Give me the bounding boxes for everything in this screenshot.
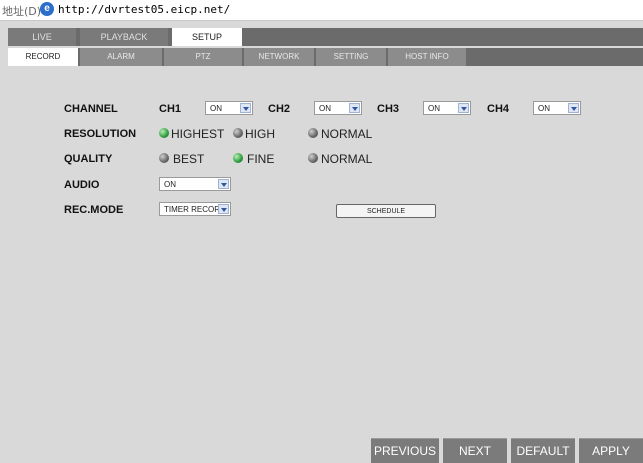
tab-network[interactable]: NETWORK — [244, 48, 314, 66]
rec-mode-select[interactable]: TIMER RECORD — [159, 202, 231, 216]
apply-button[interactable]: APPLY — [579, 438, 643, 463]
chevron-down-icon — [240, 103, 251, 113]
quality-label: QUALITY — [64, 153, 113, 165]
previous-button[interactable]: PREVIOUS — [371, 438, 439, 463]
resolution-high-label: HIGH — [245, 127, 275, 141]
sub-tab-bar: RECORD ALARM PTZ NETWORK SETTING HOST IN… — [8, 48, 643, 66]
rec-mode-select-value: TIMER RECORD — [164, 205, 226, 214]
quality-best-label: BEST — [173, 152, 205, 166]
ch1-label: CH1 — [159, 103, 182, 115]
chevron-down-icon — [218, 204, 229, 214]
ch3-label: CH3 — [377, 103, 400, 115]
tab-live[interactable]: LIVE — [8, 28, 76, 46]
rec-mode-label: REC.MODE — [64, 204, 124, 216]
audio-select[interactable]: ON — [159, 177, 231, 191]
tab-host-info[interactable]: HOST INFO — [388, 48, 466, 66]
tab-playback[interactable]: PLAYBACK — [80, 28, 168, 46]
radio-unselected-icon — [159, 153, 169, 163]
radio-unselected-icon — [308, 153, 318, 163]
resolution-label: RESOLUTION — [64, 128, 137, 140]
tab-setting[interactable]: SETTING — [316, 48, 386, 66]
resolution-normal-label: NORMAL — [321, 127, 373, 141]
tab-setup[interactable]: SETUP — [172, 28, 242, 46]
tab-ptz[interactable]: PTZ — [164, 48, 242, 66]
address-bar: 地址(D) e http://dvrtest05.eicp.net/ — [0, 0, 643, 21]
ch4-select-value: ON — [538, 104, 550, 113]
audio-label: AUDIO — [64, 179, 100, 191]
quality-normal-label: NORMAL — [321, 152, 373, 166]
ch3-select[interactable]: ON — [423, 101, 471, 115]
address-url[interactable]: http://dvrtest05.eicp.net/ — [58, 3, 230, 16]
ch1-select-value: ON — [210, 104, 222, 113]
ch1-select[interactable]: ON — [205, 101, 253, 115]
chevron-down-icon — [349, 103, 360, 113]
chevron-down-icon — [458, 103, 469, 113]
tab-alarm[interactable]: ALARM — [80, 48, 162, 66]
radio-unselected-icon — [233, 128, 243, 138]
ch2-select[interactable]: ON — [314, 101, 362, 115]
audio-select-value: ON — [164, 180, 176, 189]
ch2-select-value: ON — [319, 104, 331, 113]
chevron-down-icon — [568, 103, 579, 113]
ie-page-icon: e — [40, 2, 54, 16]
ch4-label: CH4 — [487, 103, 510, 115]
radio-selected-icon — [159, 128, 169, 138]
ch3-select-value: ON — [428, 104, 440, 113]
resolution-highest-label: HIGHEST — [171, 127, 225, 141]
default-button[interactable]: DEFAULT — [511, 438, 575, 463]
schedule-button[interactable]: SCHEDULE — [336, 204, 436, 218]
chevron-down-icon — [218, 179, 229, 189]
tab-record[interactable]: RECORD — [8, 48, 78, 66]
channel-label: CHANNEL — [64, 103, 118, 115]
next-button[interactable]: NEXT — [443, 438, 507, 463]
radio-unselected-icon — [308, 128, 318, 138]
radio-selected-icon — [233, 153, 243, 163]
ch2-label: CH2 — [268, 103, 291, 115]
ch4-select[interactable]: ON — [533, 101, 581, 115]
main-tab-bar: LIVE PLAYBACK SETUP — [8, 28, 643, 46]
address-label: 地址(D) — [2, 5, 42, 18]
quality-fine-label: FINE — [247, 152, 275, 166]
record-settings-panel: CHANNEL CH1 ON CH2 ON CH3 ON CH4 ON RESO… — [8, 66, 643, 463]
